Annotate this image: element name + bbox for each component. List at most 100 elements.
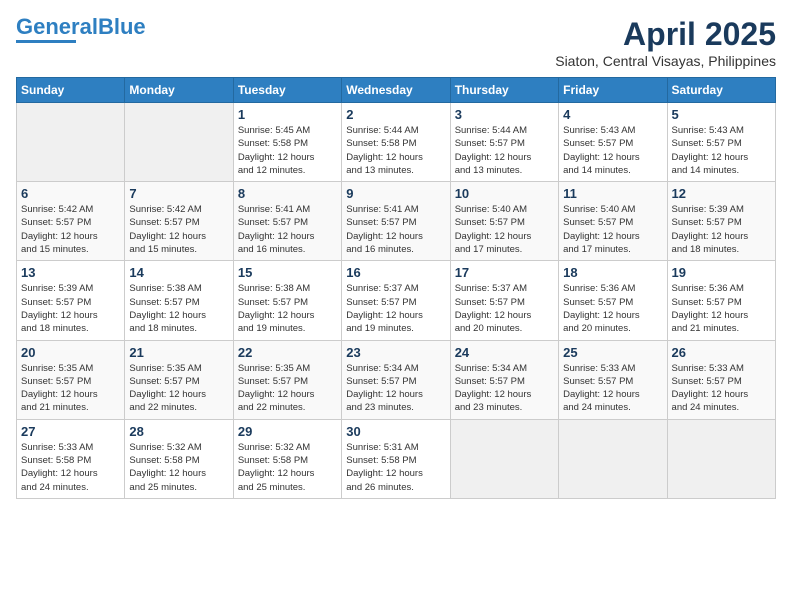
header-cell-sunday: Sunday xyxy=(17,78,125,103)
day-number: 3 xyxy=(455,107,554,122)
header-cell-saturday: Saturday xyxy=(667,78,775,103)
calendar-cell xyxy=(559,419,667,498)
day-number: 7 xyxy=(129,186,228,201)
calendar-table: SundayMondayTuesdayWednesdayThursdayFrid… xyxy=(16,77,776,499)
day-number: 12 xyxy=(672,186,771,201)
calendar-week-4: 20 Sunrise: 5:35 AM Sunset: 5:57 PM Dayli… xyxy=(17,340,776,419)
day-number: 21 xyxy=(129,345,228,360)
day-number: 24 xyxy=(455,345,554,360)
day-number: 29 xyxy=(238,424,337,439)
calendar-cell: 29 Sunrise: 5:32 AM Sunset: 5:58 PM Dayli… xyxy=(233,419,341,498)
calendar-cell: 18 Sunrise: 5:36 AM Sunset: 5:57 PM Dayli… xyxy=(559,261,667,340)
calendar-cell: 27Sunrise: 5:33 AM Sunset: 5:58 PM Dayli… xyxy=(17,419,125,498)
calendar-cell: 4 Sunrise: 5:43 AM Sunset: 5:57 PM Daylig… xyxy=(559,103,667,182)
calendar-cell: 19Sunrise: 5:36 AM Sunset: 5:57 PM Dayli… xyxy=(667,261,775,340)
logo: GeneralBlue xyxy=(16,16,146,43)
calendar-cell xyxy=(450,419,558,498)
day-number: 2 xyxy=(346,107,445,122)
calendar-cell: 13 Sunrise: 5:39 AM Sunset: 5:57 PM Dayli… xyxy=(17,261,125,340)
logo-general: General xyxy=(16,14,98,39)
calendar-header-row: SundayMondayTuesdayWednesdayThursdayFrid… xyxy=(17,78,776,103)
calendar-week-2: 6Sunrise: 5:42 AM Sunset: 5:57 PM Daylig… xyxy=(17,182,776,261)
day-number: 10 xyxy=(455,186,554,201)
calendar-cell: 15Sunrise: 5:38 AM Sunset: 5:57 PM Dayli… xyxy=(233,261,341,340)
day-info: Sunrise: 5:38 AM Sunset: 5:57 PM Dayligh… xyxy=(238,282,337,335)
day-info: Sunrise: 5:45 AM Sunset: 5:58 PM Dayligh… xyxy=(238,124,337,177)
header-cell-thursday: Thursday xyxy=(450,78,558,103)
day-number: 27 xyxy=(21,424,120,439)
calendar-cell: 2 Sunrise: 5:44 AM Sunset: 5:58 PM Daylig… xyxy=(342,103,450,182)
logo-underline xyxy=(16,40,76,43)
day-number: 9 xyxy=(346,186,445,201)
day-info: Sunrise: 5:32 AM Sunset: 5:58 PM Dayligh… xyxy=(238,441,337,494)
calendar-cell: 14 Sunrise: 5:38 AM Sunset: 5:57 PM Dayli… xyxy=(125,261,233,340)
day-info: Sunrise: 5:43 AM Sunset: 5:57 PM Dayligh… xyxy=(672,124,771,177)
day-info: Sunrise: 5:36 AM Sunset: 5:57 PM Dayligh… xyxy=(563,282,662,335)
day-info: Sunrise: 5:37 AM Sunset: 5:57 PM Dayligh… xyxy=(455,282,554,335)
calendar-cell: 25Sunrise: 5:33 AM Sunset: 5:57 PM Dayli… xyxy=(559,340,667,419)
day-number: 20 xyxy=(21,345,120,360)
calendar-cell xyxy=(667,419,775,498)
day-info: Sunrise: 5:31 AM Sunset: 5:58 PM Dayligh… xyxy=(346,441,445,494)
calendar-cell: 7 Sunrise: 5:42 AM Sunset: 5:57 PM Daylig… xyxy=(125,182,233,261)
calendar-cell: 9 Sunrise: 5:41 AM Sunset: 5:57 PM Daylig… xyxy=(342,182,450,261)
day-info: Sunrise: 5:39 AM Sunset: 5:57 PM Dayligh… xyxy=(21,282,120,335)
page-header: GeneralBlue April 2025 Siaton, Central V… xyxy=(16,16,776,69)
day-number: 18 xyxy=(563,265,662,280)
day-info: Sunrise: 5:38 AM Sunset: 5:57 PM Dayligh… xyxy=(129,282,228,335)
day-number: 28 xyxy=(129,424,228,439)
day-info: Sunrise: 5:41 AM Sunset: 5:57 PM Dayligh… xyxy=(346,203,445,256)
header-cell-wednesday: Wednesday xyxy=(342,78,450,103)
day-info: Sunrise: 5:42 AM Sunset: 5:57 PM Dayligh… xyxy=(129,203,228,256)
calendar-week-3: 13 Sunrise: 5:39 AM Sunset: 5:57 PM Dayli… xyxy=(17,261,776,340)
day-number: 30 xyxy=(346,424,445,439)
calendar-cell: 10Sunrise: 5:40 AM Sunset: 5:57 PM Dayli… xyxy=(450,182,558,261)
day-info: Sunrise: 5:39 AM Sunset: 5:57 PM Dayligh… xyxy=(672,203,771,256)
calendar-cell: 11Sunrise: 5:40 AM Sunset: 5:57 PM Dayli… xyxy=(559,182,667,261)
day-number: 5 xyxy=(672,107,771,122)
calendar-cell: 28 Sunrise: 5:32 AM Sunset: 5:58 PM Dayli… xyxy=(125,419,233,498)
calendar-cell: 21 Sunrise: 5:35 AM Sunset: 5:57 PM Dayli… xyxy=(125,340,233,419)
day-info: Sunrise: 5:33 AM Sunset: 5:57 PM Dayligh… xyxy=(672,362,771,415)
day-number: 14 xyxy=(129,265,228,280)
calendar-cell: 6Sunrise: 5:42 AM Sunset: 5:57 PM Daylig… xyxy=(17,182,125,261)
calendar-cell: 8Sunrise: 5:41 AM Sunset: 5:57 PM Daylig… xyxy=(233,182,341,261)
calendar-cell: 22 Sunrise: 5:35 AM Sunset: 5:57 PM Dayli… xyxy=(233,340,341,419)
title-block: April 2025 Siaton, Central Visayas, Phil… xyxy=(555,16,776,69)
calendar-cell: 20 Sunrise: 5:35 AM Sunset: 5:57 PM Dayli… xyxy=(17,340,125,419)
calendar-cell xyxy=(125,103,233,182)
day-info: Sunrise: 5:32 AM Sunset: 5:58 PM Dayligh… xyxy=(129,441,228,494)
day-number: 11 xyxy=(563,186,662,201)
calendar-cell: 24Sunrise: 5:34 AM Sunset: 5:57 PM Dayli… xyxy=(450,340,558,419)
day-info: Sunrise: 5:34 AM Sunset: 5:57 PM Dayligh… xyxy=(346,362,445,415)
day-info: Sunrise: 5:35 AM Sunset: 5:57 PM Dayligh… xyxy=(21,362,120,415)
calendar-cell: 16 Sunrise: 5:37 AM Sunset: 5:57 PM Dayli… xyxy=(342,261,450,340)
day-number: 26 xyxy=(672,345,771,360)
header-cell-monday: Monday xyxy=(125,78,233,103)
day-info: Sunrise: 5:44 AM Sunset: 5:57 PM Dayligh… xyxy=(455,124,554,177)
day-info: Sunrise: 5:42 AM Sunset: 5:57 PM Dayligh… xyxy=(21,203,120,256)
calendar-cell: 12 Sunrise: 5:39 AM Sunset: 5:57 PM Dayli… xyxy=(667,182,775,261)
location-subtitle: Siaton, Central Visayas, Philippines xyxy=(555,53,776,69)
day-number: 13 xyxy=(21,265,120,280)
calendar-cell: 23Sunrise: 5:34 AM Sunset: 5:57 PM Dayli… xyxy=(342,340,450,419)
day-number: 17 xyxy=(455,265,554,280)
day-number: 1 xyxy=(238,107,337,122)
day-number: 4 xyxy=(563,107,662,122)
day-number: 22 xyxy=(238,345,337,360)
calendar-cell: 5 Sunrise: 5:43 AM Sunset: 5:57 PM Daylig… xyxy=(667,103,775,182)
day-info: Sunrise: 5:44 AM Sunset: 5:58 PM Dayligh… xyxy=(346,124,445,177)
calendar-cell: 26 Sunrise: 5:33 AM Sunset: 5:57 PM Dayli… xyxy=(667,340,775,419)
day-info: Sunrise: 5:37 AM Sunset: 5:57 PM Dayligh… xyxy=(346,282,445,335)
header-cell-friday: Friday xyxy=(559,78,667,103)
day-number: 19 xyxy=(672,265,771,280)
calendar-week-5: 27Sunrise: 5:33 AM Sunset: 5:58 PM Dayli… xyxy=(17,419,776,498)
calendar-cell: 30 Sunrise: 5:31 AM Sunset: 5:58 PM Dayli… xyxy=(342,419,450,498)
day-info: Sunrise: 5:35 AM Sunset: 5:57 PM Dayligh… xyxy=(129,362,228,415)
day-info: Sunrise: 5:41 AM Sunset: 5:57 PM Dayligh… xyxy=(238,203,337,256)
day-info: Sunrise: 5:35 AM Sunset: 5:57 PM Dayligh… xyxy=(238,362,337,415)
day-info: Sunrise: 5:43 AM Sunset: 5:57 PM Dayligh… xyxy=(563,124,662,177)
day-number: 16 xyxy=(346,265,445,280)
logo-text: GeneralBlue xyxy=(16,16,146,38)
calendar-body: 1 Sunrise: 5:45 AM Sunset: 5:58 PM Daylig… xyxy=(17,103,776,499)
